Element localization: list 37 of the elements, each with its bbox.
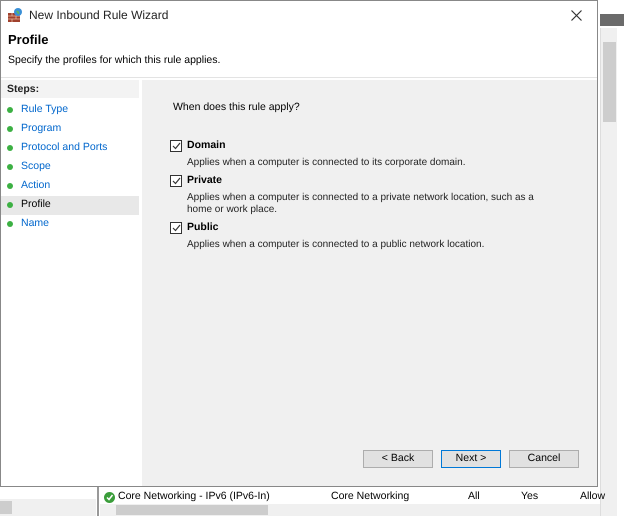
steps-heading: Steps:	[1, 80, 139, 98]
checkbox-label[interactable]: Public	[187, 220, 219, 236]
horizontal-scrollbar[interactable]	[100, 504, 600, 516]
left-pane-scrollbar[interactable]	[0, 499, 96, 516]
profile-description: Applies when a computer is connected to a public network location.	[187, 238, 486, 251]
scroll-thumb[interactable]	[0, 501, 12, 514]
step-item[interactable]: Protocol and Ports	[1, 138, 139, 158]
table-cell-text: Yes	[521, 489, 540, 504]
checkbox[interactable]	[170, 174, 182, 187]
column-header	[600, 14, 624, 26]
step-item[interactable]: Name	[1, 214, 139, 234]
step-item[interactable]: Action	[1, 176, 139, 196]
question-text: When does this rule apply?	[173, 100, 300, 115]
window-title: New Inbound Rule Wizard	[29, 7, 168, 24]
checkbox-label[interactable]: Domain	[187, 138, 226, 154]
profile-description: Applies when a computer is connected to a private network location, such as a home or work place.	[187, 192, 535, 216]
step-item[interactable]: Rule Type	[1, 100, 139, 120]
step-item[interactable]: Program	[1, 120, 139, 139]
firewall-globe-icon	[7, 7, 23, 23]
dialog-button[interactable]: Cancel	[509, 450, 579, 468]
step-item[interactable]: Scope	[1, 158, 139, 177]
checkbox-label[interactable]: Private	[187, 172, 222, 189]
scroll-thumb[interactable]	[116, 505, 268, 515]
checkbox[interactable]	[170, 140, 182, 152]
dialog-button[interactable]: < Back	[363, 450, 433, 468]
table-cell-text: Core Networking	[331, 489, 410, 504]
page-subtitle: Specify the profiles for which this rule applies.	[8, 53, 222, 68]
profile-description: Applies when a computer is connected to its corporate domain.	[187, 156, 466, 169]
scroll-thumb[interactable]	[603, 42, 616, 122]
table-cell-text: Allow	[580, 489, 606, 504]
table-cell-text: All	[468, 489, 481, 504]
dialog-button[interactable]: Next >	[441, 450, 501, 468]
close-icon	[570, 10, 582, 20]
checkbox[interactable]	[170, 222, 182, 234]
step-item[interactable]: Profile	[1, 196, 139, 215]
page-heading: Profile	[8, 31, 50, 49]
table-cell-text: Core Networking - IPv6 (IPv6-In)	[118, 489, 271, 504]
